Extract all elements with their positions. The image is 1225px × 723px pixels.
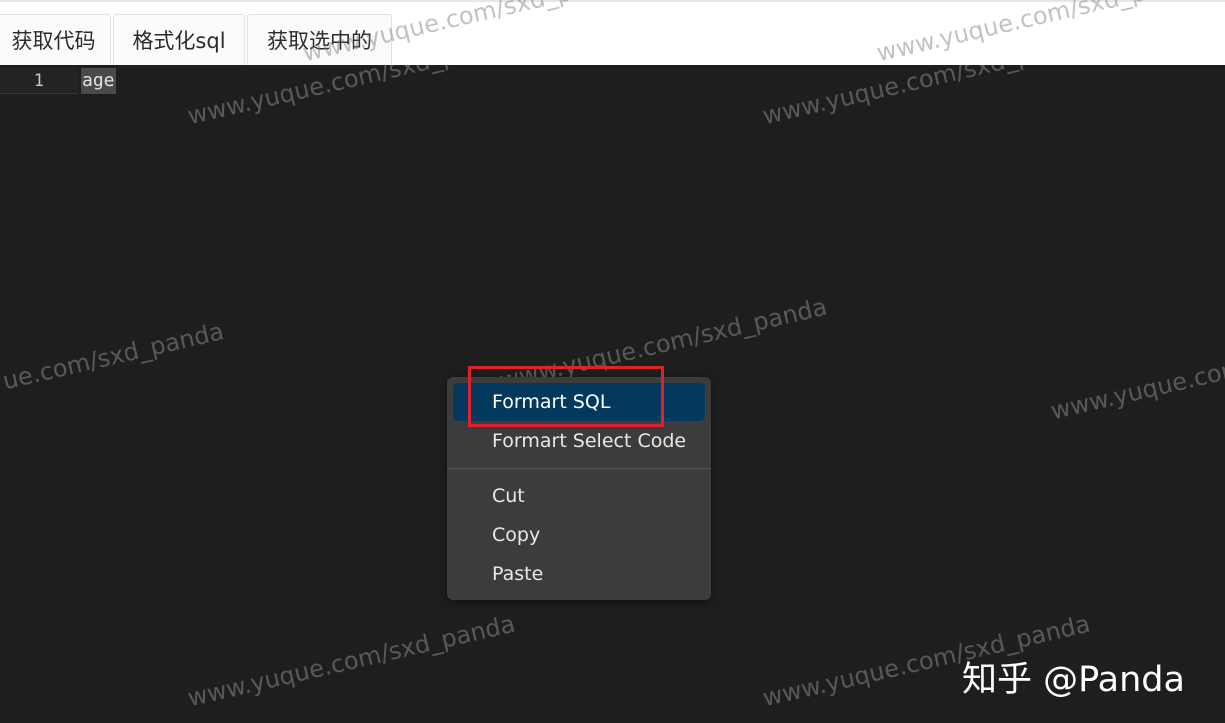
context-menu: Formart SQL Formart Select Code Cut Copy… bbox=[447, 377, 711, 600]
app-window: 获取代码 格式化sql 获取选中的 www.yuque.com/sxd_pand… bbox=[0, 0, 1225, 723]
credit-watermark: 知乎 @Panda bbox=[962, 660, 1185, 700]
menu-separator bbox=[447, 468, 711, 469]
menu-item-copy[interactable]: Copy bbox=[453, 516, 705, 554]
toolbar: 获取代码 格式化sql 获取选中的 www.yuque.com/sxd_pand… bbox=[0, 0, 1225, 68]
menu-item-cut[interactable]: Cut bbox=[453, 477, 705, 515]
menu-item-format-select-code[interactable]: Formart Select Code bbox=[453, 422, 705, 460]
get-code-button[interactable]: 获取代码 bbox=[0, 14, 111, 67]
format-sql-button[interactable]: 格式化sql bbox=[113, 14, 245, 67]
editor-line: 1 age bbox=[0, 68, 120, 94]
watermark: www.yuque.com/sxd_panda bbox=[874, 0, 1207, 68]
line-number: 1 bbox=[0, 68, 78, 94]
get-selected-button[interactable]: 获取选中的 bbox=[247, 14, 392, 67]
menu-item-format-sql[interactable]: Formart SQL bbox=[453, 383, 705, 421]
selected-code-text[interactable]: age bbox=[81, 68, 116, 94]
menu-item-paste[interactable]: Paste bbox=[453, 555, 705, 593]
